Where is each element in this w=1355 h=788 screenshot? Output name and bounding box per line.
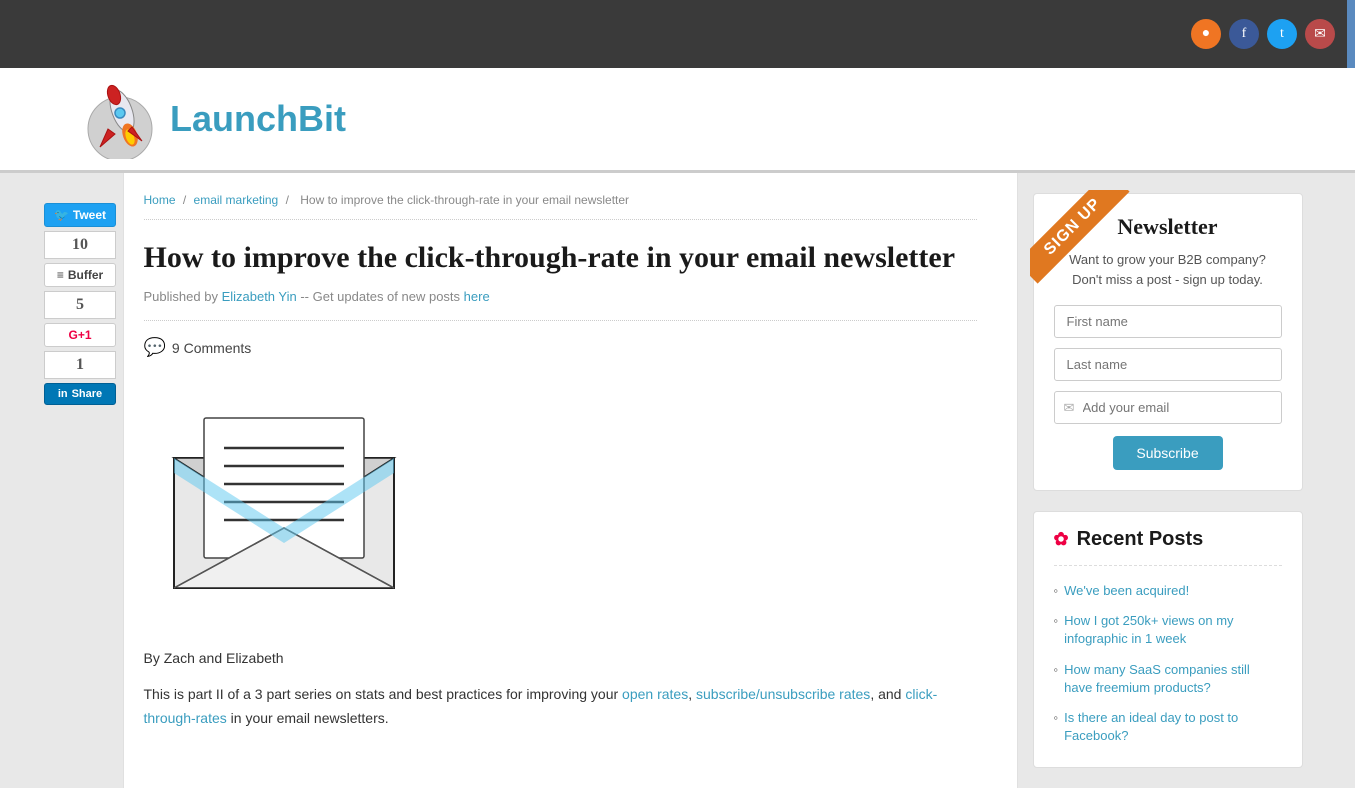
recent-posts-title: ✿ Recent Posts	[1054, 528, 1282, 551]
recent-posts-list: We've been acquired! How I got 250k+ vie…	[1054, 565, 1282, 751]
signup-ribbon: SIGN UP	[1030, 190, 1140, 300]
buffer-icon: ≡	[57, 268, 64, 282]
page-wrapper: 🐦 Tweet 10 ≡ Buffer 5 G+1 1 in Share Hom…	[38, 173, 1318, 788]
author-suffix: -- Get updates of new posts	[297, 289, 464, 304]
article-byline: Published by Elizabeth Yin -- Get update…	[144, 289, 977, 321]
envelope-svg	[144, 398, 424, 618]
email-input[interactable]	[1054, 391, 1282, 424]
comments-count[interactable]: 💬 9 Comments	[144, 337, 977, 378]
breadcrumb-home[interactable]: Home	[144, 193, 176, 207]
rss-icon[interactable]: ●	[1191, 19, 1221, 49]
tweet-icon: 🐦	[54, 208, 69, 222]
scrollbar[interactable]	[1347, 0, 1355, 68]
list-item: How many SaaS companies still have freem…	[1054, 655, 1282, 703]
subscribe-link[interactable]: subscribe/unsubscribe rates	[696, 686, 870, 702]
comments-label: 9 Comments	[172, 340, 251, 356]
star-icon: ✿	[1054, 529, 1069, 550]
gplus-count: 1	[44, 351, 116, 379]
list-item: How I got 250k+ views on my infographic …	[1054, 606, 1282, 654]
email-envelope-icon: ✉	[1064, 400, 1075, 416]
linkedin-button[interactable]: in Share	[44, 383, 116, 405]
open-rates-link[interactable]: open rates	[622, 686, 688, 702]
linkedin-icon: in	[58, 388, 68, 400]
tweet-button[interactable]: 🐦 Tweet	[44, 203, 116, 227]
site-title[interactable]: LaunchBit	[170, 98, 346, 140]
sidebar: SIGN UP Newsletter Want to grow your B2B…	[1018, 173, 1318, 788]
main-content: Home / email marketing / How to improve …	[123, 173, 1018, 788]
buffer-count: 5	[44, 291, 116, 319]
recent-post-link-1[interactable]: We've been acquired!	[1064, 582, 1189, 600]
gplus-button[interactable]: G+1	[44, 323, 116, 347]
first-name-input[interactable]	[1054, 305, 1282, 338]
list-item: We've been acquired!	[1054, 576, 1282, 606]
facebook-icon[interactable]: f	[1229, 19, 1259, 49]
signup-ribbon-text: SIGN UP	[1030, 190, 1130, 284]
comment-bubble-icon: 💬	[144, 337, 166, 358]
subscribe-button[interactable]: Subscribe	[1113, 436, 1223, 470]
body-intro: This is part II of a 3 part series on st…	[144, 683, 977, 731]
email-input-wrapper: ✉	[1054, 391, 1282, 424]
twitter-icon[interactable]: t	[1267, 19, 1297, 49]
list-item: Is there an ideal day to post to Faceboo…	[1054, 703, 1282, 751]
recent-post-link-3[interactable]: How many SaaS companies still have freem…	[1064, 661, 1281, 697]
breadcrumb-sep1: /	[183, 193, 190, 207]
author-prefix: Published by	[144, 289, 222, 304]
site-header: LaunchBit	[0, 68, 1355, 173]
breadcrumb-current: How to improve the click-through-rate in…	[300, 193, 629, 207]
tweet-count: 10	[44, 231, 116, 259]
author-link[interactable]: Elizabeth Yin	[222, 289, 297, 304]
breadcrumb: Home / email marketing / How to improve …	[144, 193, 977, 220]
breadcrumb-category[interactable]: email marketing	[194, 193, 279, 207]
buffer-button[interactable]: ≡ Buffer	[44, 263, 116, 287]
recent-post-link-2[interactable]: How I got 250k+ views on my infographic …	[1064, 612, 1281, 648]
article-image	[144, 398, 424, 623]
body-author: By Zach and Elizabeth	[144, 647, 977, 671]
recent-posts-widget: ✿ Recent Posts We've been acquired! How …	[1033, 511, 1303, 768]
top-bar: ● f t ✉	[0, 0, 1355, 68]
newsletter-widget: SIGN UP Newsletter Want to grow your B2B…	[1033, 193, 1303, 491]
article-title: How to improve the click-through-rate in…	[144, 238, 977, 277]
breadcrumb-sep2: /	[286, 193, 293, 207]
top-social-icons: ● f t ✉	[1191, 19, 1335, 49]
here-link[interactable]: here	[464, 289, 490, 304]
logo-container[interactable]: LaunchBit	[80, 79, 346, 159]
social-bar: 🐦 Tweet 10 ≡ Buffer 5 G+1 1 in Share	[38, 173, 123, 788]
article-body: By Zach and Elizabeth This is part II of…	[144, 647, 977, 730]
rocket-logo	[80, 79, 160, 159]
recent-post-link-4[interactable]: Is there an ideal day to post to Faceboo…	[1064, 709, 1281, 745]
email-icon[interactable]: ✉	[1305, 19, 1335, 49]
last-name-input[interactable]	[1054, 348, 1282, 381]
